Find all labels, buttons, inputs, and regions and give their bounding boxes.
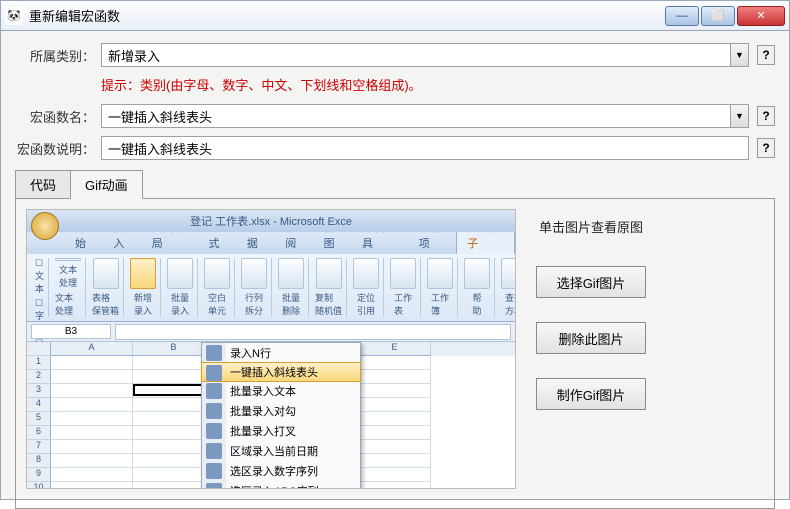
help-button[interactable]: ? [757, 106, 775, 126]
desc-label: 宏函数说明： [15, 139, 95, 158]
ribbon: ☐ 文本☐ 字母☐ 数字☐ 中文数字文本 处理文本处理表格 保管箱新增 录入批量… [27, 254, 515, 322]
ribbon-button-icon [316, 258, 342, 289]
ribbon-button-icon [464, 258, 490, 289]
menu-item: 批量录入对勾 [202, 401, 360, 421]
ribbon-button-icon [204, 258, 230, 289]
ribbon-button-icon [241, 258, 267, 289]
ribbon-group: 工作 表 [386, 258, 421, 317]
row-headers: 1234567891011 [27, 342, 51, 488]
ribbon-button-icon [427, 258, 453, 289]
ribbon-group: 空白 单元 [200, 258, 235, 317]
tabs: 代码 Gif动画 [15, 170, 775, 199]
ribbon-group: 表格 保管箱 [88, 258, 124, 317]
ribbon-group: 定位 引用 [349, 258, 384, 317]
tab-body: 登记 工作表.xlsx - Microsoft Exce 开始插入页面布局公式数… [15, 199, 775, 509]
ribbon-button-icon [167, 258, 193, 289]
menu-item: 录入N行 [202, 343, 360, 363]
ribbon-button-icon [93, 258, 119, 289]
category-value: 新增录入 [108, 46, 160, 65]
ribbon-group: 复制 随机值 [311, 258, 347, 317]
help-button[interactable]: ? [757, 45, 775, 65]
ribbon-button-icon [501, 258, 516, 289]
ribbon-button-icon [353, 258, 379, 289]
ribbon-group: 文本 处理文本处理 [51, 258, 86, 317]
choose-gif-button[interactable]: 选择Gif图片 [536, 266, 646, 298]
hint-text: 提示：类别(由字母、数字、中文、下划线和空格组成)。 [101, 75, 775, 94]
ribbon-button-icon [278, 258, 304, 289]
tab-code[interactable]: 代码 [15, 170, 71, 199]
make-gif-button[interactable]: 制作Gif图片 [536, 378, 646, 410]
excel-titlebar: 登记 工作表.xlsx - Microsoft Exce [27, 210, 515, 232]
grid-cols: ABCDE 录入N行一键插入斜线表头批量录入文本批量录入对勾批量录入打叉区域录入… [51, 342, 515, 488]
ribbon-group: 帮 助 [460, 258, 495, 317]
menu-item: 一键插入斜线表头 [201, 362, 361, 382]
window-title: 重新编辑宏函数 [29, 6, 663, 25]
ribbon-group: 行列 拆分 [237, 258, 272, 317]
app-icon: 🐼 [5, 7, 23, 25]
ribbon-group: 工作 簿 [423, 258, 458, 317]
chevron-down-icon[interactable]: ▼ [730, 105, 748, 127]
minimize-button[interactable]: — [665, 6, 699, 26]
menu-item: 选区录入ABC序列 [202, 481, 360, 489]
category-combo[interactable]: 新增录入 ▼ [101, 43, 749, 67]
ribbon-group: 批量 删除 [274, 258, 309, 317]
menu-item: 选区录入数字序列 [202, 461, 360, 481]
category-label: 所属类别： [15, 46, 95, 65]
titlebar: 🐼 重新编辑宏函数 — ⬜ ✕ [0, 0, 790, 30]
window-buttons: — ⬜ ✕ [663, 6, 785, 26]
desc-input[interactable]: 一键插入斜线表头 [101, 136, 749, 160]
ribbon-group: ☐ 文本☐ 字母☐ 数字☐ 中文数字 [31, 258, 49, 317]
content-area: 所属类别： 新增录入 ▼ ? 提示：类别(由字母、数字、中文、下划线和空格组成)… [0, 30, 790, 500]
excel-grid: 1234567891011 ABCDE 录入N行一键插入斜线表头批量录入文本批量… [27, 342, 515, 488]
office-orb-icon [31, 212, 59, 240]
name-combo[interactable]: 一键插入斜线表头 ▼ [101, 104, 749, 128]
ribbon-button-icon [130, 258, 156, 289]
chevron-down-icon[interactable]: ▼ [730, 44, 748, 66]
tab-gif[interactable]: Gif动画 [70, 170, 143, 199]
close-button[interactable]: ✕ [737, 6, 785, 26]
ribbon-group: 批量 录入 [163, 258, 198, 317]
ribbon-group: 新增 录入 [126, 258, 161, 317]
name-value: 一键插入斜线表头 [108, 107, 212, 126]
maximize-button[interactable]: ⬜ [701, 6, 735, 26]
context-menu: 录入N行一键插入斜线表头批量录入文本批量录入对勾批量录入打叉区域录入当前日期选区… [201, 342, 361, 489]
side-panel: 单击图片查看原图 选择Gif图片 删除此图片 制作Gif图片 [536, 209, 646, 498]
name-box: B3 [31, 324, 111, 339]
menu-item: 区域录入当前日期 [202, 441, 360, 461]
view-hint: 单击图片查看原图 [536, 217, 646, 236]
ribbon-tabs: 开始插入页面布局公式数据审阅视图开发工具加载项方方格子 [27, 232, 515, 254]
gif-preview[interactable]: 登记 工作表.xlsx - Microsoft Exce 开始插入页面布局公式数… [26, 209, 516, 489]
ribbon-button-icon [390, 258, 416, 289]
menu-item: 批量录入打叉 [202, 421, 360, 441]
help-button[interactable]: ? [757, 138, 775, 158]
formula-bar: B3 [27, 322, 515, 342]
formula-input [115, 324, 511, 340]
menu-item: 批量录入文本 [202, 381, 360, 401]
desc-value: 一键插入斜线表头 [108, 139, 212, 158]
ribbon-group: 查找 方格 [497, 258, 516, 317]
delete-gif-button[interactable]: 删除此图片 [536, 322, 646, 354]
name-label: 宏函数名： [15, 107, 95, 126]
